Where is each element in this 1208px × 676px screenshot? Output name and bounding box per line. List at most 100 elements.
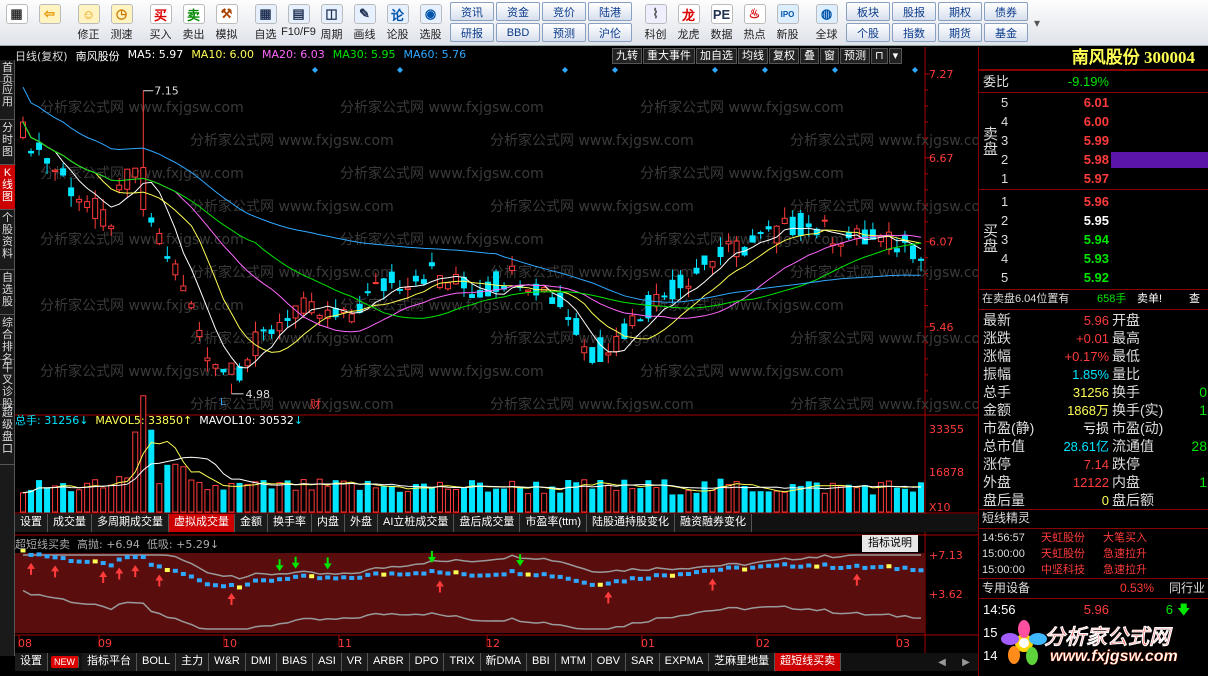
bid-price[interactable]: 5.94	[1039, 231, 1109, 248]
chart-tool-button[interactable]: 重大事件	[643, 48, 695, 64]
toolbar-fix-button[interactable]: ☺ 修正	[72, 0, 105, 46]
toolbar-small-button[interactable]: BBD	[496, 23, 540, 42]
toolbar-small-button[interactable]: 资讯	[450, 2, 494, 21]
indicator-tab[interactable]: NEW	[51, 656, 79, 668]
left-nav-item[interactable]: K线图	[0, 165, 15, 210]
order-note-link[interactable]: 查	[1189, 291, 1200, 308]
left-nav-item[interactable]: 首页	[0, 60, 15, 86]
ask-price[interactable]: 6.01	[1039, 94, 1109, 111]
toolbar-small-button[interactable]: 基金	[984, 23, 1028, 42]
chart-tool-button[interactable]: 加自选	[696, 48, 737, 64]
toolbar-period-button[interactable]: ◫ 周期	[315, 0, 348, 46]
volume-tab[interactable]: 融资融券变化	[675, 514, 753, 532]
scroll-left-icon[interactable]: ◀	[938, 657, 946, 668]
toolbar-small-button[interactable]: 预测	[542, 23, 586, 42]
indicator-tab[interactable]: TRIX	[444, 653, 481, 671]
chart-tool-button[interactable]: 窗	[820, 48, 839, 64]
industry-label[interactable]: 专用设备	[982, 580, 1030, 597]
grid-button[interactable]: ▦	[0, 0, 33, 46]
toolbar-pe-data-button[interactable]: PE 数据	[705, 0, 738, 46]
indicator-tab[interactable]: ASI	[313, 653, 342, 671]
ask-price[interactable]: 6.00	[1039, 113, 1109, 130]
toolbar-more-icon[interactable]: ▾	[1029, 0, 1045, 46]
elf-item[interactable]: 14:56:57 天虹股份 大笔买入	[979, 530, 1208, 547]
ask-price[interactable]: 5.97	[1039, 170, 1109, 187]
indicator-tab[interactable]: BIAS	[276, 653, 314, 671]
toolbar-globe-button[interactable]: ◍ 全球	[810, 0, 843, 46]
toolbar-ipo-button[interactable]: IPO 新股	[771, 0, 804, 46]
finance-event-marker[interactable]: 财	[310, 397, 321, 411]
indicator-tab[interactable]: MTM	[555, 653, 592, 671]
toolbar-dragon-tiger-button[interactable]: 龙龙虎	[672, 0, 705, 46]
toolbar-f10-button[interactable]: ▤ F10/F9	[281, 0, 316, 46]
chart-period-label[interactable]: 日线(复权)	[15, 48, 68, 65]
indicator-tab[interactable]: W&R	[209, 653, 246, 671]
toolbar-sell-button[interactable]: 卖卖出	[177, 0, 210, 46]
volume-tab[interactable]: 多周期成交量	[92, 514, 169, 532]
volume-tab[interactable]: AI立桩成交量	[378, 514, 455, 532]
indicator-tab[interactable]: EXPMA	[659, 653, 710, 671]
toolbar-small-button[interactable]: 竞价	[542, 2, 586, 21]
chart-tool-button[interactable]: 九转	[612, 48, 642, 64]
volume-tab[interactable]: 换手率	[268, 514, 312, 532]
toolbar-draw-button[interactable]: ✎ 画线	[348, 0, 381, 46]
volume-tab[interactable]: 成交量	[48, 514, 92, 532]
toolbar-small-button[interactable]: 期货	[938, 23, 982, 42]
toolbar-small-button[interactable]: 陆港	[588, 2, 632, 21]
indicator-tab[interactable]: OBV	[591, 653, 627, 671]
volume-tab[interactable]: 金额	[235, 514, 268, 532]
indicator-tab[interactable]: 新DMA	[480, 653, 527, 671]
volume-tab[interactable]: 陆股通持股变化	[587, 514, 676, 532]
left-nav-item[interactable]: 超级盘口	[0, 405, 15, 465]
indicator-tab[interactable]: DMI	[245, 653, 277, 671]
toolbar-star-market-button[interactable]: ⌇ 科创	[639, 0, 672, 46]
chart-tool-button[interactable]: 均线	[738, 48, 768, 64]
indicator-tab[interactable]: BBI	[527, 653, 556, 671]
indicator-tab[interactable]: 设置	[15, 653, 48, 671]
industry-compare[interactable]: 同行业	[1169, 580, 1205, 597]
toolbar-simulate-button[interactable]: ⚒ 模拟	[210, 0, 243, 46]
bid-price[interactable]: 5.93	[1039, 250, 1109, 267]
toolbar-small-button[interactable]: 期权	[938, 2, 982, 21]
chart-tool-button[interactable]: 预测	[840, 48, 870, 64]
toolbar-small-button[interactable]: 资金	[496, 2, 540, 21]
elf-title[interactable]: 短线精灵	[982, 510, 1030, 527]
chart-tool-button[interactable]: 叠	[800, 48, 819, 64]
ask-price[interactable]: 5.99	[1039, 132, 1109, 149]
toolbar-small-button[interactable]: 债券	[984, 2, 1028, 21]
toolbar-hot-button[interactable]: ♨ 热点	[738, 0, 771, 46]
left-nav-item[interactable]: 综合排名	[0, 315, 15, 365]
kline-chart-area[interactable]: 分析家公式网 www.fxjgsw.com 分析家公式网 www.fxjgsw.c…	[15, 47, 978, 655]
toolbar-small-button[interactable]: 股报	[892, 2, 936, 21]
ask-price[interactable]: 5.98	[1039, 151, 1109, 168]
volume-tab[interactable]: 市盈率(ttm)	[520, 514, 588, 532]
volume-tab[interactable]: 虚拟成交量	[169, 514, 235, 532]
indicator-help-button[interactable]: 指标说明	[862, 535, 918, 552]
indicator-tab[interactable]: DPO	[409, 653, 445, 671]
bid-price[interactable]: 5.95	[1039, 212, 1109, 229]
indicator-tab[interactable]: 主力	[176, 653, 210, 671]
toolbar-buy-button[interactable]: 买买入	[144, 0, 177, 46]
elf-item[interactable]: 15:00:00 天虹股份 急速拉升	[979, 546, 1208, 563]
indicator-tab[interactable]: 指标平台	[82, 653, 137, 671]
back-button[interactable]: ⇦	[33, 0, 66, 46]
left-nav-item[interactable]: 牛叉诊股	[0, 360, 15, 410]
indicator-tab[interactable]: 芝麻里地量	[709, 653, 776, 671]
left-nav-item[interactable]: 个股资料	[0, 210, 15, 270]
bid-price[interactable]: 5.96	[1039, 193, 1109, 210]
toolbar-watchlist-button[interactable]: ▦ 自选	[249, 0, 282, 46]
elf-item[interactable]: 15:00:00 中坚科技 急速拉升	[979, 562, 1208, 579]
left-nav-item[interactable]: 自选股	[0, 270, 15, 315]
volume-tab[interactable]: 内盘	[312, 514, 345, 532]
toolbar-small-button[interactable]: 板块	[846, 2, 890, 21]
toolbar-speed-button[interactable]: ◷ 测速	[105, 0, 138, 46]
indicator-tab[interactable]: BOLL	[137, 653, 177, 671]
bid-price[interactable]: 5.92	[1039, 269, 1109, 286]
indicator-tab[interactable]: VR	[341, 653, 369, 671]
volume-tab[interactable]: 设置	[15, 514, 48, 532]
toolbar-small-button[interactable]: 个股	[846, 23, 890, 42]
indicator-tab[interactable]: 超短线买卖	[775, 653, 842, 671]
chart-tool-button[interactable]: ▾	[888, 48, 903, 64]
indicator-tab[interactable]: ARBR	[368, 653, 410, 671]
toolbar-discuss-button[interactable]: 论论股	[381, 0, 414, 46]
